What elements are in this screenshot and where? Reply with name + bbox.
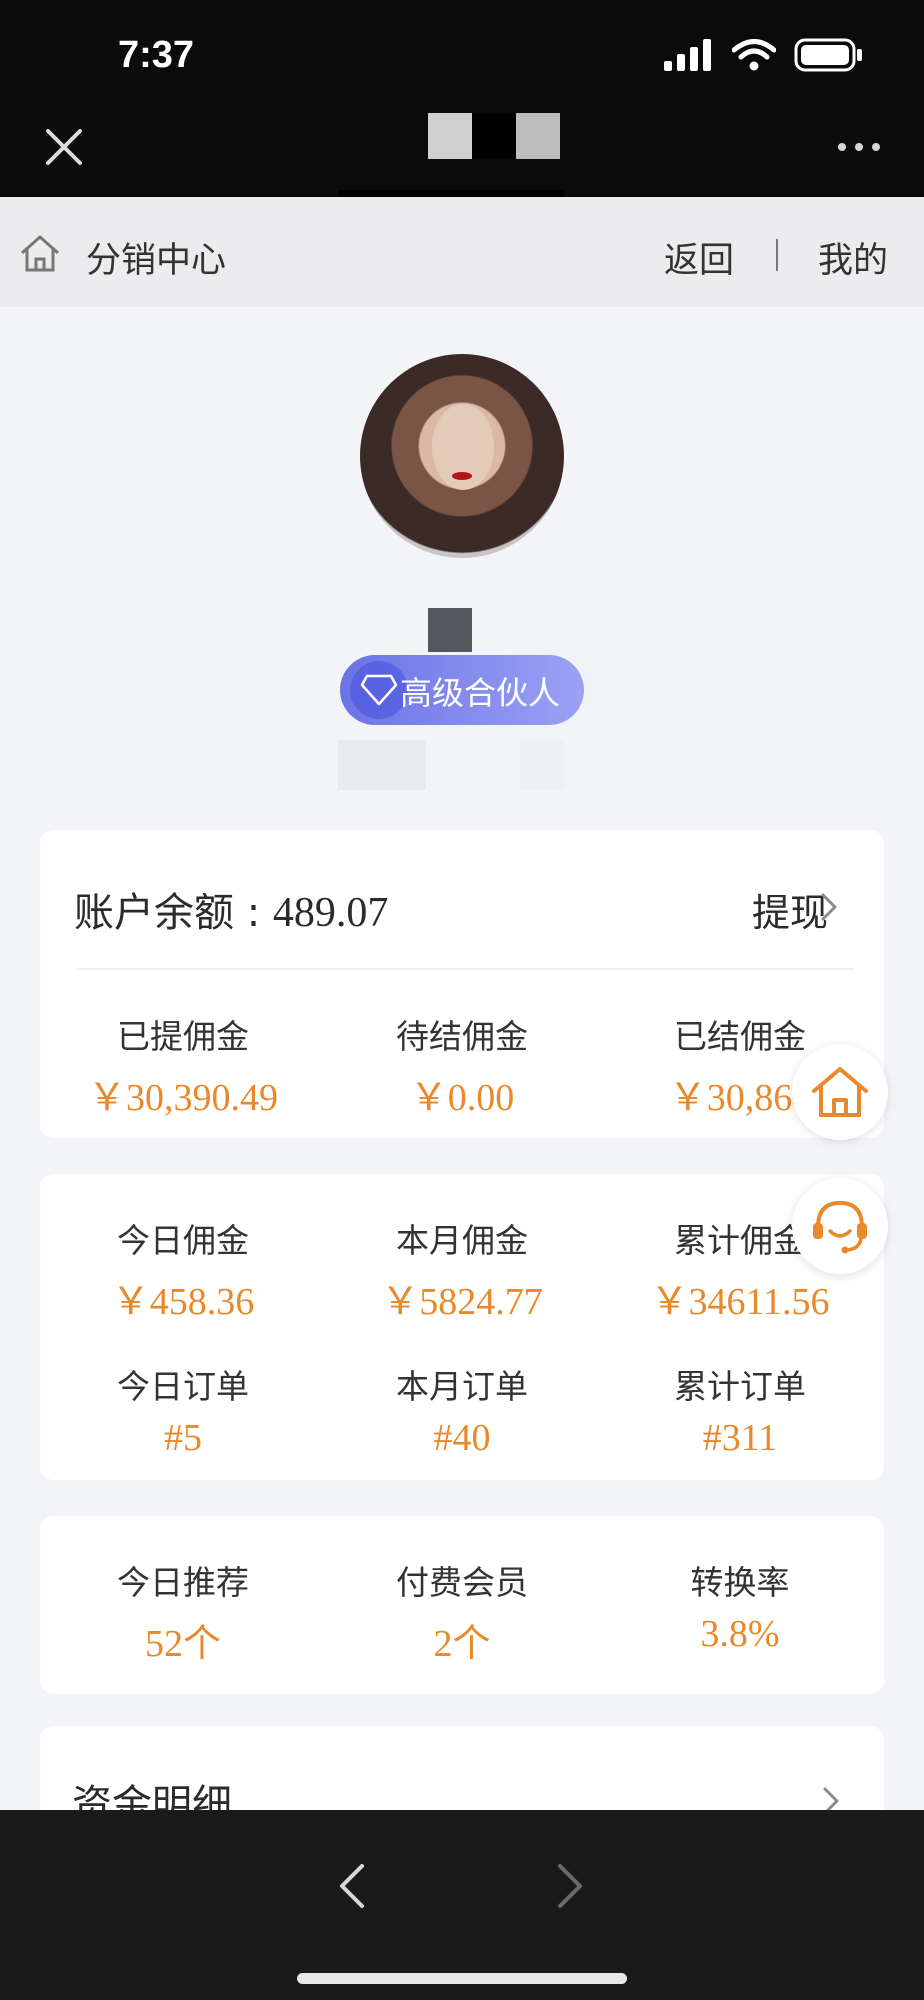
divider <box>76 968 854 970</box>
app-nav-bar: 分销中心 返回 我的 <box>0 197 924 307</box>
nav-separator <box>776 239 778 271</box>
page-title-redacted <box>428 113 560 159</box>
more-icon[interactable] <box>838 143 880 151</box>
stat-value: #311 <box>702 1417 778 1459</box>
blurred-info <box>520 740 564 790</box>
stat-value: ￥0.00 <box>409 1077 515 1119</box>
stat-month-commission: 本月佣金 ￥5824.77 <box>322 1214 602 1325</box>
chevron-right-icon[interactable] <box>554 1862 586 1910</box>
mine-link[interactable]: 我的 <box>818 232 888 283</box>
browser-bottom-bar <box>0 1810 924 2000</box>
stat-today-orders: 今日订单 #5 <box>43 1360 323 1460</box>
balance-label: 账户余额 : <box>74 890 273 936</box>
username-redacted <box>428 608 472 652</box>
stat-label: 已提佣金 <box>117 1017 249 1056</box>
commission-card: 今日佣金 ￥458.36 本月佣金 ￥5824.77 累计佣金 ￥34611.5… <box>40 1174 884 1480</box>
back-link[interactable]: 返回 <box>664 232 734 283</box>
home-indicator[interactable] <box>297 1973 627 1984</box>
stat-value: ￥5824.77 <box>381 1281 543 1323</box>
status-bar: 7:37 <box>0 0 924 105</box>
browser-title-bar <box>0 105 924 200</box>
support-fab[interactable] <box>792 1178 888 1274</box>
signal-icon <box>664 39 711 71</box>
stat-today-commission: 今日佣金 ￥458.36 <box>43 1214 323 1325</box>
stat-value: #5 <box>164 1417 202 1459</box>
home-icon <box>812 1067 868 1117</box>
account-card: 账户余额 : 489.07 提现 已提佣金 ￥30,390.49 待结佣金 ￥0… <box>40 830 884 1138</box>
stat-value: ￥458.36 <box>111 1281 255 1323</box>
home-fab[interactable] <box>792 1044 888 1140</box>
stat-label: 本月佣金 <box>396 1221 528 1260</box>
stat-label: 今日推荐 <box>117 1563 249 1602</box>
status-icons <box>664 38 864 72</box>
stat-label: 今日佣金 <box>117 1221 249 1260</box>
stat-month-orders: 本月订单 #40 <box>322 1360 602 1460</box>
balance-value: 489.07 <box>272 890 389 936</box>
stat-paid-members: 付费会员 2个 <box>322 1556 602 1667</box>
withdraw-button[interactable]: 提现 <box>752 882 828 937</box>
stat-value: 52个 <box>144 1623 221 1665</box>
stat-value: ￥30,390.49 <box>87 1077 278 1119</box>
stat-label: 本月订单 <box>396 1367 528 1406</box>
stat-label: 付费会员 <box>396 1563 528 1602</box>
headset-icon <box>813 1200 867 1254</box>
level-text: 高级合伙人 <box>400 674 561 712</box>
avatar[interactable] <box>360 354 564 558</box>
wifi-icon <box>732 39 776 71</box>
stat-pending: 待结佣金 ￥0.00 <box>322 1010 602 1121</box>
stat-label: 转换率 <box>690 1563 790 1602</box>
stat-value: 2个 <box>433 1623 491 1665</box>
balance: 账户余额 : 489.07 <box>74 880 388 938</box>
referral-card: 今日推荐 52个 付费会员 2个 转换率 3.8% <box>40 1516 884 1694</box>
status-time: 7:37 <box>118 34 195 76</box>
stat-conversion-rate: 转换率 3.8% <box>600 1556 880 1656</box>
stat-label: 待结佣金 <box>396 1017 528 1056</box>
battery-icon <box>794 38 862 72</box>
stat-total-orders: 累计订单 #311 <box>600 1360 880 1460</box>
chevron-left-icon[interactable] <box>336 1862 368 1910</box>
level-badge: 高级合伙人 <box>340 655 584 725</box>
stat-today-referrals: 今日推荐 52个 <box>43 1556 323 1667</box>
stat-withdrawn: 已提佣金 ￥30,390.49 <box>43 1010 323 1121</box>
stat-value: #40 <box>433 1417 491 1459</box>
stat-value: ￥34611.56 <box>650 1281 830 1323</box>
close-icon[interactable] <box>44 127 84 167</box>
stat-value: 3.8% <box>700 1613 780 1655</box>
stat-label: 今日订单 <box>117 1367 249 1406</box>
chevron-right-icon[interactable] <box>820 892 838 922</box>
avatar-detail <box>452 472 472 480</box>
stat-label: 累计订单 <box>674 1367 806 1406</box>
home-icon[interactable] <box>18 233 62 273</box>
nav-title: 分销中心 <box>86 241 227 281</box>
blurred-info <box>338 740 426 790</box>
